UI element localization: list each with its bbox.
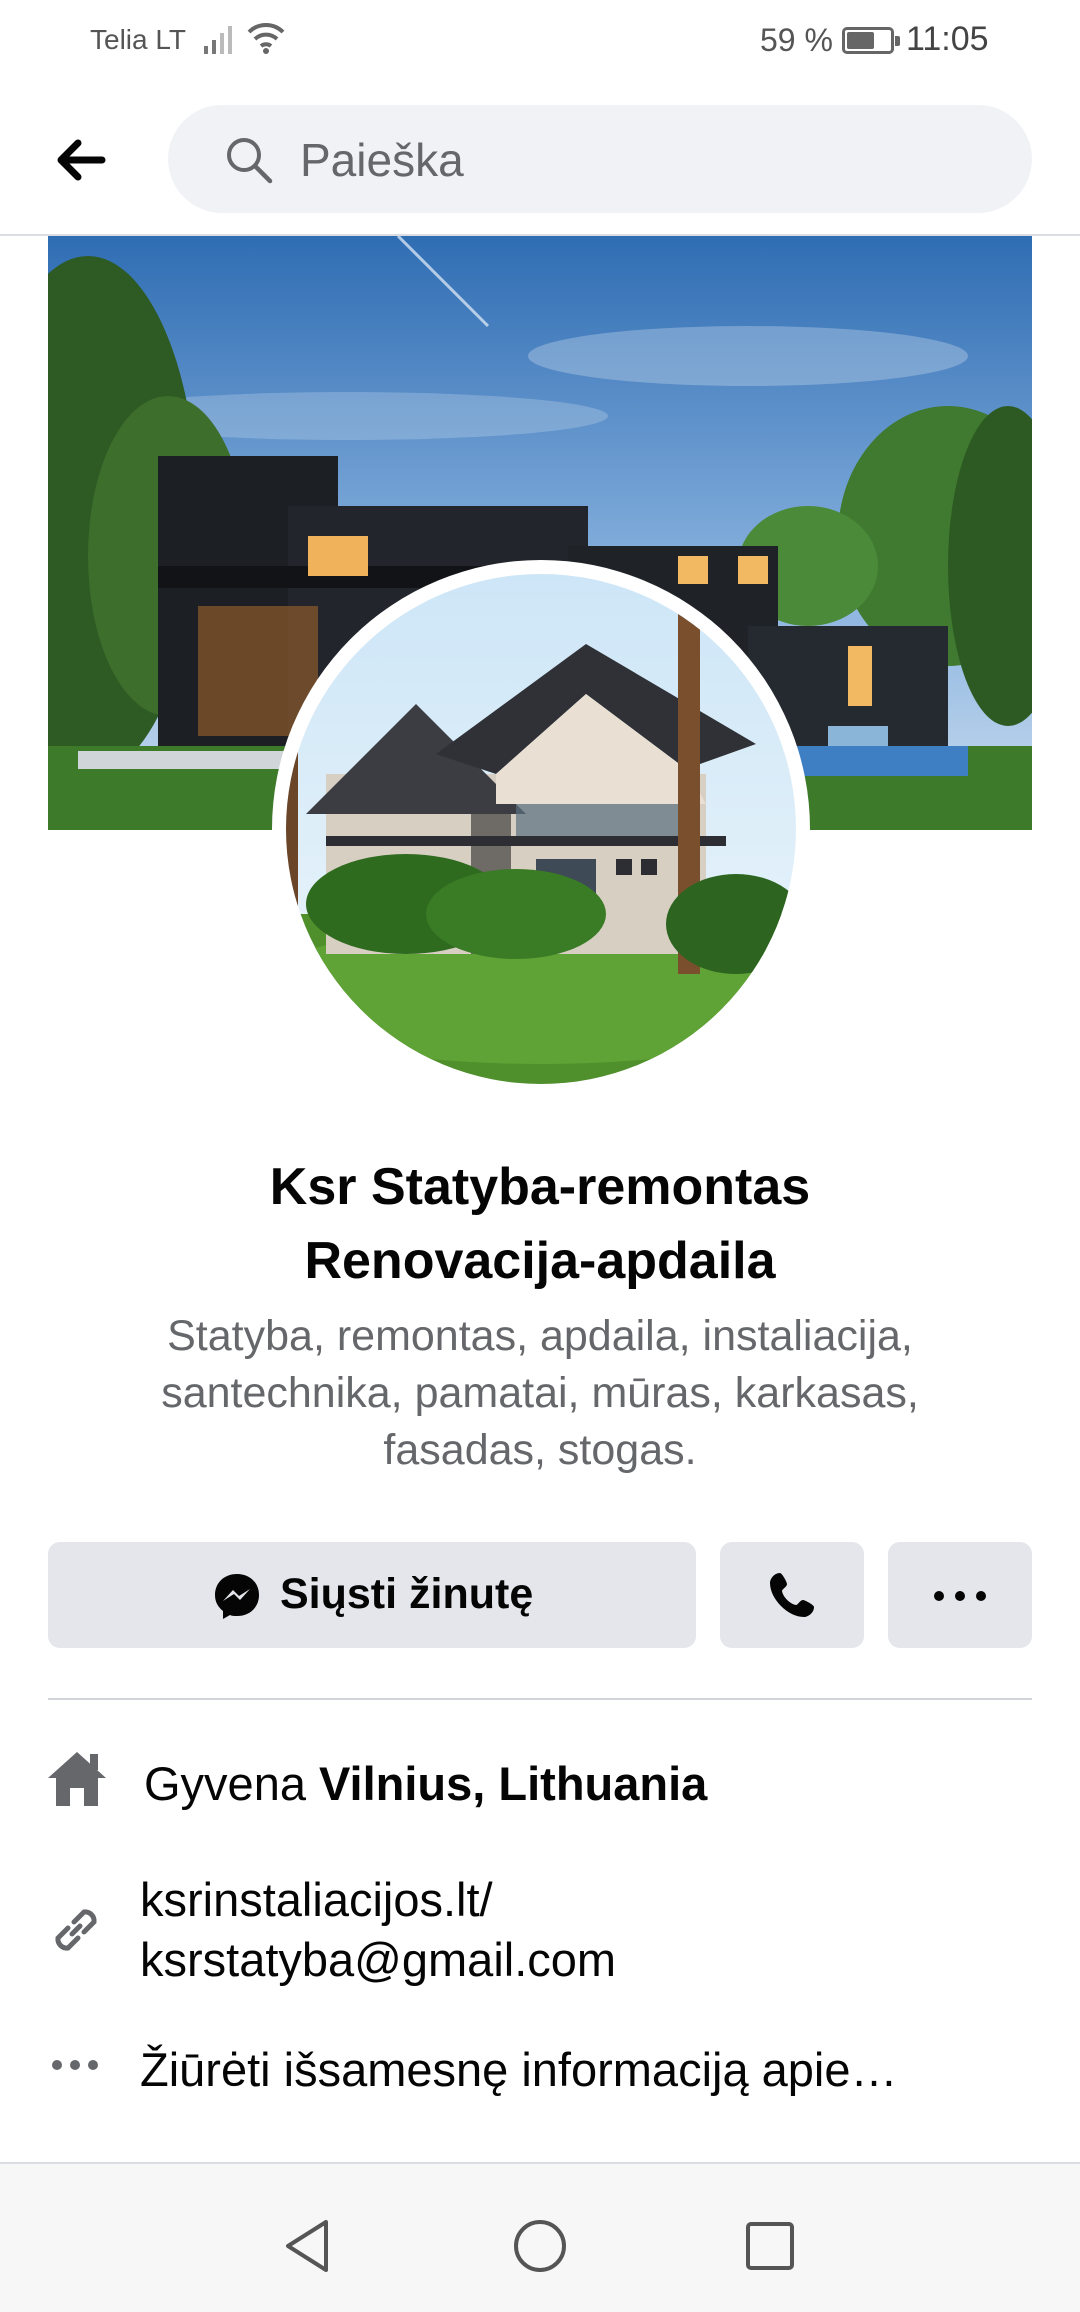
send-message-label: Siųsti žinutę [280,1570,534,1618]
send-message-button[interactable]: Siųsti žinutę [48,1542,696,1648]
section-divider [48,1698,1032,1700]
nav-back-icon[interactable] [282,2218,332,2274]
battery-percent: 59 % [760,22,833,58]
search-icon [227,138,273,184]
see-more-about-link[interactable]: Žiūrėti išsamesnę informaciją apie… [140,2042,898,2097]
link-icon [55,1909,97,1951]
ellipsis-icon [52,2060,98,2070]
search-placeholder: Paieška [300,134,464,186]
profile-picture[interactable] [272,560,810,1098]
carrier-label: Telia LT [90,24,186,55]
signal-icon [204,26,232,54]
page-description: Statyba, remontas, apdaila, instaliacija… [161,1312,919,1474]
lives-in-location[interactable]: Vilnius, Lithuania [319,1757,707,1810]
lives-in-row: Gyvena Vilnius, Lithuania [144,1756,707,1811]
nav-home-icon[interactable] [512,2218,568,2274]
more-options-button[interactable] [888,1542,1032,1648]
search-input[interactable]: Paieška [168,105,1032,213]
call-button[interactable] [720,1542,864,1648]
email-link[interactable]: ksrstatyba@gmail.com [140,1930,616,1990]
battery-icon [842,27,900,54]
page-title-line1: Ksr Statyba-remontas [269,1158,811,1216]
phone-icon [770,1573,814,1617]
website-row: ksrinstaliacijos.lt/ ksrstatyba@gmail.co… [140,1870,616,1990]
clock: 11:05 [906,20,989,58]
arrow-left-icon[interactable] [52,132,108,188]
wifi-icon [247,22,285,54]
nav-recents-icon[interactable] [744,2218,796,2274]
page-title-line2: Renovacija-apdaila [304,1232,776,1290]
lives-in-prefix: Gyvena [144,1757,306,1810]
messenger-icon [215,1574,259,1619]
top-bar: Paieška [0,80,1080,236]
home-icon [48,1752,106,1806]
status-bar: Telia LT 59 % 11:05 [0,0,1080,80]
page-title: Ksr Statyba-remontas Renovacija-apdaila [60,1150,1020,1298]
website-link[interactable]: ksrinstaliacijos.lt/ [140,1870,616,1930]
